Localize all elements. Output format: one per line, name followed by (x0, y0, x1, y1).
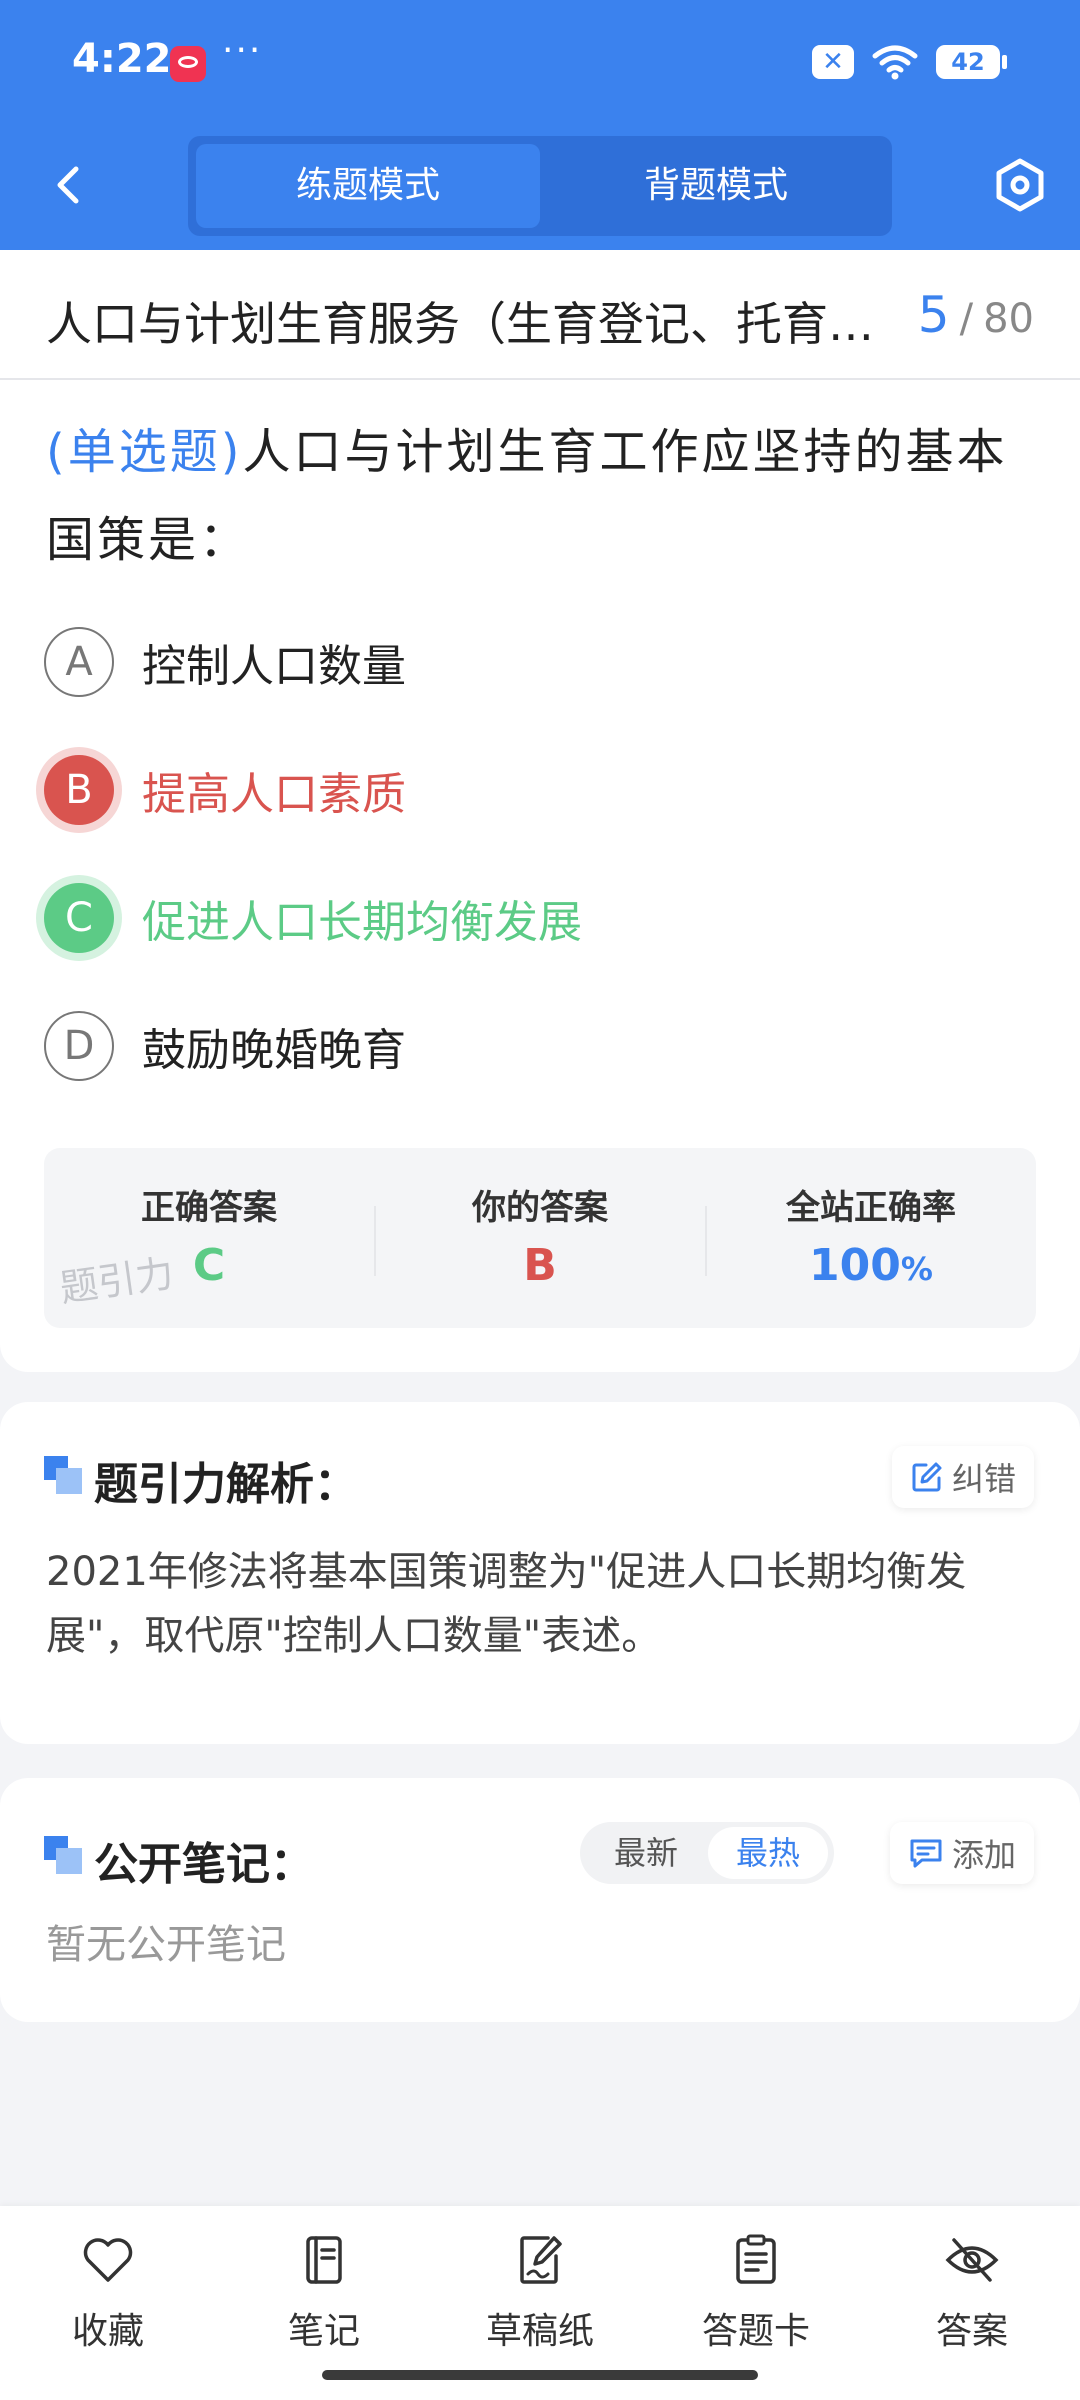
option-letter: B (44, 755, 114, 825)
draft-icon (520, 2236, 562, 2284)
question-progress[interactable]: 5/80 (918, 286, 1034, 344)
question-type: (单选题) (46, 424, 243, 480)
sort-hot-button[interactable]: 最热 (708, 1827, 828, 1879)
option-letter: C (44, 883, 114, 953)
accuracy-number: 100 (809, 1240, 901, 1291)
nav-bar: 练题模式 背题模式 (0, 120, 1080, 250)
sort-latest-button[interactable]: 最新 (586, 1827, 706, 1879)
analysis-text: 2021年修法将基本国策调整为"促进人口长期均衡发展"，取代原"控制人口数量"表… (46, 1549, 967, 1659)
wifi-icon (872, 45, 918, 80)
correct-answer-label: 正确答案 (141, 1188, 277, 1228)
site-accuracy-block: 全站正确率 100% (706, 1148, 1036, 1328)
report-error-label: 纠错 (951, 1460, 1016, 1498)
answer-sheet-icon (736, 2234, 776, 2284)
notes-section: 公开笔记： 最新 最热 添加 暂无公开笔记 (0, 1778, 1080, 2022)
settings-hexagon-icon (996, 158, 1044, 212)
chevron-left-icon (57, 166, 79, 204)
back-button[interactable] (40, 155, 100, 215)
notes-sort-toggle: 最新 最热 (580, 1822, 834, 1884)
tab-label: 草稿纸 (485, 2311, 594, 2352)
accuracy-unit: % (900, 1250, 933, 1288)
add-note-button[interactable]: 添加 (889, 1822, 1034, 1884)
option-d[interactable]: D 鼓励晚婚晚育 (44, 1008, 406, 1084)
mode-switch: 练题模式 背题模式 (188, 136, 892, 236)
option-text: 促进人口长期均衡发展 (142, 897, 582, 948)
status-time: 4:22 (72, 36, 172, 82)
your-answer-block: 你的答案 B (375, 1148, 705, 1328)
site-accuracy-label: 全站正确率 (786, 1188, 956, 1228)
answer-summary: 正确答案 C 你的答案 B 全站正确率 100% 题引力 (44, 1148, 1036, 1328)
status-bar: 4:22 ··· ✕ 42 (0, 0, 1080, 120)
heart-icon (83, 2238, 133, 2282)
analysis-title: 题引力解析： (94, 1459, 358, 1510)
your-answer-label: 你的答案 (472, 1188, 608, 1228)
report-error-button[interactable]: 纠错 (891, 1446, 1034, 1508)
option-letter: A (44, 627, 114, 697)
site-accuracy-value: 100% (706, 1240, 1036, 1291)
question-stem: (单选题)人口与计划生育工作应坚持的基本国策是： (46, 408, 1036, 584)
settings-button[interactable] (990, 155, 1050, 215)
battery-icon: 42 (936, 45, 1007, 79)
notebook-icon (306, 2236, 342, 2284)
tab-answer-sheet[interactable]: 答题卡 (648, 2230, 864, 2370)
eye-off-icon (945, 2238, 999, 2282)
home-indicator[interactable] (322, 2370, 758, 2380)
analysis-section: 题引力解析： 纠错 2021年修法将基本国策调整为"促进人口长期均衡发展"，取代… (0, 1402, 1080, 1744)
tab-label: 答案 (935, 2311, 1008, 2352)
section-marker-icon (44, 1836, 82, 1874)
more-notifications-icon: ··· (222, 30, 263, 71)
option-b[interactable]: B 提高人口素质 (44, 752, 406, 828)
total-question-count: 80 (983, 296, 1034, 342)
tab-favorite[interactable]: 收藏 (0, 2230, 216, 2370)
no-sim-icon: ✕ (812, 45, 854, 79)
app-notification-icon (170, 46, 206, 82)
section-marker-icon (44, 1456, 82, 1494)
tab-practice-mode[interactable]: 练题模式 (196, 144, 540, 228)
option-c[interactable]: C 促进人口长期均衡发展 (44, 880, 582, 956)
option-letter: D (44, 1011, 114, 1081)
status-icons: ✕ 42 (812, 42, 1007, 82)
tab-draft[interactable]: 草稿纸 (432, 2230, 648, 2370)
add-note-label: 添加 (951, 1836, 1016, 1874)
tab-recite-mode[interactable]: 背题模式 (548, 144, 884, 228)
notes-empty-state: 暂无公开笔记 (46, 1922, 286, 1968)
comment-icon (910, 1839, 942, 1868)
option-text: 提高人口素质 (142, 769, 406, 820)
edit-icon (912, 1462, 942, 1492)
tab-label: 笔记 (287, 2311, 360, 2352)
your-answer-value: B (523, 1240, 557, 1291)
question-card: (单选题)人口与计划生育工作应坚持的基本国策是： A 控制人口数量 B 提高人口… (0, 380, 1080, 1372)
chapter-title: 人口与计划生育服务（生育登记、托育… (46, 297, 874, 351)
tab-label: 答题卡 (701, 2311, 810, 2352)
option-text: 控制人口数量 (142, 641, 406, 692)
tab-notes[interactable]: 笔记 (216, 2230, 432, 2370)
progress-separator: / (959, 296, 974, 342)
tab-answer[interactable]: 答案 (864, 2230, 1080, 2370)
notes-title: 公开笔记： (94, 1839, 314, 1890)
option-text: 鼓励晚婚晚育 (142, 1025, 406, 1076)
tab-label: 收藏 (71, 2311, 144, 2352)
option-a[interactable]: A 控制人口数量 (44, 624, 406, 700)
chapter-header: 人口与计划生育服务（生育登记、托育… 5/80 (0, 250, 1080, 380)
current-question-number: 5 (917, 286, 950, 344)
